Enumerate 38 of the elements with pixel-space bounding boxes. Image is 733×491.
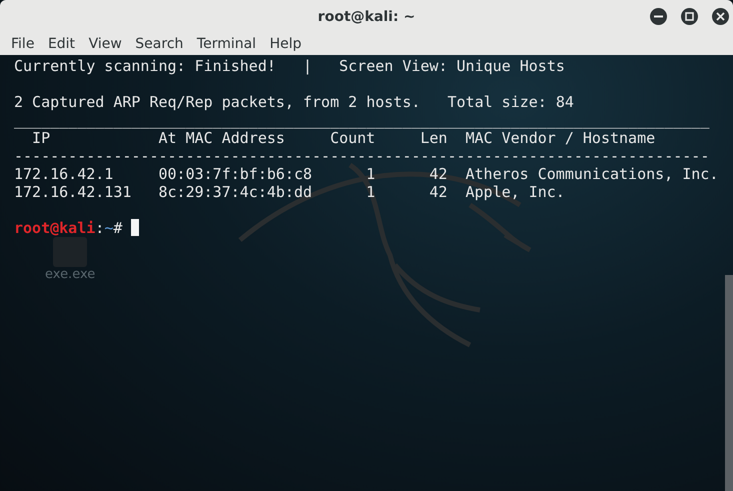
- table-cell: 172.16.42.131: [14, 183, 132, 201]
- menu-item[interactable]: File: [11, 36, 43, 52]
- column-header: Count: [330, 129, 376, 147]
- table-rule: _____________________________________________________________________________: [14, 111, 710, 129]
- maximize-icon: [685, 12, 694, 21]
- status-line: Currently scanning: Finished! | Screen View: Unique Hosts: [14, 57, 565, 75]
- menu-item[interactable]: Edit: [48, 36, 84, 52]
- table-cell: Atheros Communications, Inc.: [465, 165, 718, 183]
- column-header: At MAC Address: [158, 129, 285, 147]
- table-rule: -----------------------------------------------------------------------------: [14, 147, 710, 165]
- table-cell: 1: [366, 165, 376, 183]
- close-button[interactable]: [712, 8, 729, 25]
- close-icon: [716, 12, 725, 21]
- prompt-path: ~: [104, 219, 114, 237]
- window-title: root@kali: ~: [318, 8, 416, 24]
- table-cell: Apple, Inc.: [465, 183, 565, 201]
- prompt-separator: :: [95, 219, 104, 237]
- menu-item[interactable]: Search: [135, 36, 192, 52]
- minimize-button[interactable]: [650, 8, 667, 25]
- maximize-button[interactable]: [681, 8, 698, 25]
- menu-item[interactable]: View: [88, 36, 130, 52]
- summary-line: 2 Captured ARP Req/Rep packets, from 2 hosts. Total size: 84: [14, 93, 574, 111]
- table-cell: 1: [366, 183, 376, 201]
- desktop-icon-label: exe.exe: [45, 267, 96, 282]
- menu-item[interactable]: Help: [270, 36, 310, 52]
- table-cell: 8c:29:37:4c:4b:dd: [158, 183, 312, 201]
- table-cell: 00:03:7f:bf:b6:c8: [158, 165, 312, 183]
- table-cell: 42: [429, 183, 448, 201]
- column-header: IP: [32, 129, 50, 147]
- scrollbar-thumb[interactable]: [725, 275, 733, 491]
- prompt-symbol: #: [113, 219, 122, 237]
- prompt-user-host: root@kali: [14, 219, 96, 237]
- column-header: MAC Vendor / Hostname: [465, 129, 656, 147]
- text-cursor: [131, 219, 140, 236]
- menu-item[interactable]: Terminal: [196, 36, 265, 52]
- column-header: Len: [420, 129, 448, 147]
- table-cell: 42: [429, 165, 448, 183]
- table-cell: 172.16.42.1: [14, 165, 114, 183]
